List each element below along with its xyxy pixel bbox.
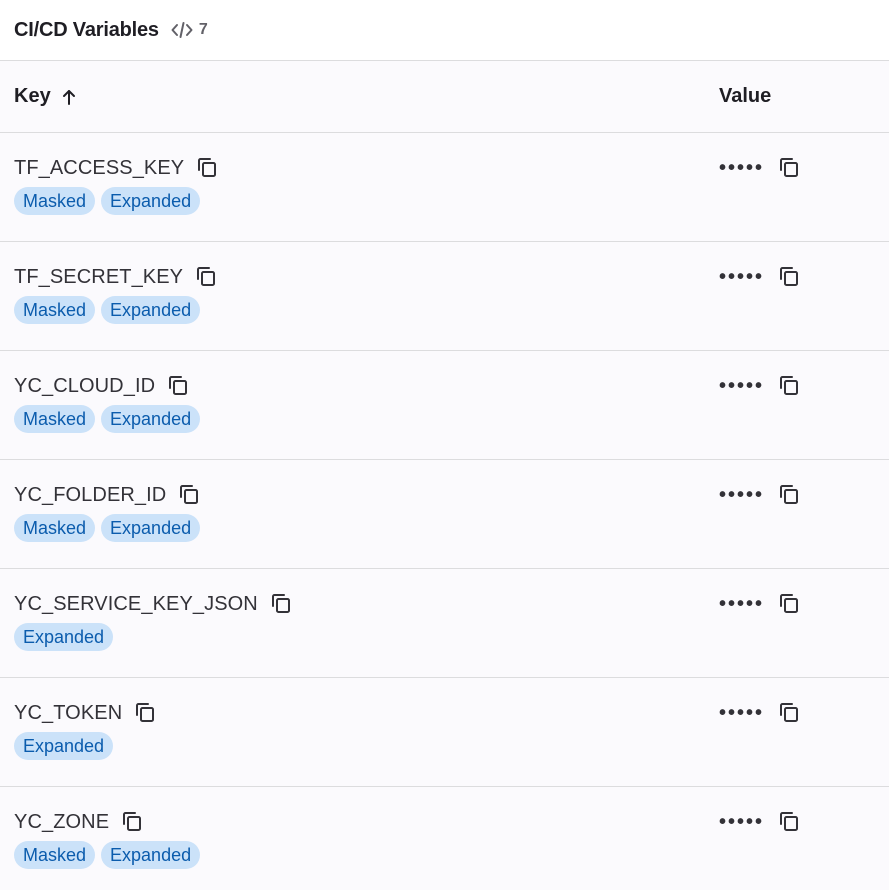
masked-value: ••••• bbox=[719, 265, 765, 288]
copy-key-icon[interactable] bbox=[194, 155, 220, 181]
variable-badges: Masked Expanded bbox=[14, 405, 201, 433]
key-column-header[interactable]: Key bbox=[14, 85, 77, 108]
code-icon bbox=[171, 22, 193, 38]
copy-key-icon[interactable] bbox=[193, 264, 219, 290]
variable-key-cell: TF_ACCESS_KEY bbox=[14, 155, 220, 181]
variable-badges: Expanded bbox=[14, 623, 114, 651]
table-row: YC_SERVICE_KEY_JSON Expanded ••••• bbox=[0, 569, 889, 678]
variable-count-number: 7 bbox=[198, 21, 208, 38]
expanded-badge: Expanded bbox=[14, 732, 114, 760]
page-title: CI/CD Variables bbox=[14, 18, 159, 41]
variable-value-cell: ••••• bbox=[719, 155, 802, 181]
arrow-up-icon bbox=[62, 89, 75, 105]
value-column-header: Value bbox=[719, 85, 772, 107]
masked-value: ••••• bbox=[719, 810, 765, 833]
copy-value-icon[interactable] bbox=[776, 809, 802, 835]
table-row: YC_ZONE Masked Expanded ••••• bbox=[0, 787, 889, 890]
masked-value: ••••• bbox=[719, 592, 765, 615]
expanded-badge: Expanded bbox=[101, 187, 201, 215]
variable-key: TF_SECRET_KEY bbox=[14, 265, 184, 288]
copy-key-icon[interactable] bbox=[268, 591, 294, 617]
variables-table-body: TF_ACCESS_KEY Masked Expanded ••••• TF_SECRE… bbox=[0, 133, 889, 890]
copy-value-icon[interactable] bbox=[776, 482, 802, 508]
expanded-badge: Expanded bbox=[101, 514, 201, 542]
table-row: YC_FOLDER_ID Masked Expanded ••••• bbox=[0, 460, 889, 569]
variable-badges: Expanded bbox=[14, 732, 114, 760]
variable-value-cell: ••••• bbox=[719, 700, 802, 726]
copy-key-icon[interactable] bbox=[176, 482, 202, 508]
masked-badge: Masked bbox=[14, 405, 96, 433]
table-row: YC_CLOUD_ID Masked Expanded ••••• bbox=[0, 351, 889, 460]
copy-value-icon[interactable] bbox=[776, 373, 802, 399]
masked-badge: Masked bbox=[14, 841, 96, 869]
table-row: TF_SECRET_KEY Masked Expanded ••••• bbox=[0, 242, 889, 351]
copy-key-icon[interactable] bbox=[119, 809, 145, 835]
variable-count: 7 bbox=[171, 21, 208, 39]
key-column-label: Key bbox=[14, 85, 51, 107]
expanded-badge: Expanded bbox=[101, 405, 201, 433]
variable-key: YC_ZONE bbox=[14, 810, 110, 833]
masked-badge: Masked bbox=[14, 514, 96, 542]
copy-value-icon[interactable] bbox=[776, 264, 802, 290]
variable-value-cell: ••••• bbox=[719, 373, 802, 399]
variable-value-cell: ••••• bbox=[719, 809, 802, 835]
masked-value: ••••• bbox=[719, 156, 765, 179]
expanded-badge: Expanded bbox=[101, 841, 201, 869]
variable-badges: Masked Expanded bbox=[14, 514, 201, 542]
variable-key: TF_ACCESS_KEY bbox=[14, 156, 185, 179]
variable-key-cell: TF_SECRET_KEY bbox=[14, 264, 219, 290]
variable-key-cell: YC_TOKEN bbox=[14, 700, 158, 726]
variable-key: YC_SERVICE_KEY_JSON bbox=[14, 592, 258, 615]
variable-key-cell: YC_SERVICE_KEY_JSON bbox=[14, 591, 294, 617]
variable-value-cell: ••••• bbox=[719, 482, 802, 508]
variable-badges: Masked Expanded bbox=[14, 296, 201, 324]
expanded-badge: Expanded bbox=[101, 296, 201, 324]
copy-value-icon[interactable] bbox=[776, 700, 802, 726]
copy-value-icon[interactable] bbox=[776, 591, 802, 617]
masked-value: ••••• bbox=[719, 701, 765, 724]
table-header: Key Value bbox=[0, 61, 889, 133]
expanded-badge: Expanded bbox=[14, 623, 114, 651]
variable-key-cell: YC_FOLDER_ID bbox=[14, 482, 202, 508]
variable-value-cell: ••••• bbox=[719, 264, 802, 290]
variable-badges: Masked Expanded bbox=[14, 841, 201, 869]
table-row: TF_ACCESS_KEY Masked Expanded ••••• bbox=[0, 133, 889, 242]
masked-badge: Masked bbox=[14, 187, 96, 215]
variable-key: YC_CLOUD_ID bbox=[14, 374, 156, 397]
table-row: YC_TOKEN Expanded ••••• bbox=[0, 678, 889, 787]
copy-value-icon[interactable] bbox=[776, 155, 802, 181]
variable-key: YC_TOKEN bbox=[14, 701, 123, 724]
masked-value: ••••• bbox=[719, 374, 765, 397]
variable-key-cell: YC_ZONE bbox=[14, 809, 145, 835]
variable-value-cell: ••••• bbox=[719, 591, 802, 617]
copy-key-icon[interactable] bbox=[132, 700, 158, 726]
variable-badges: Masked Expanded bbox=[14, 187, 201, 215]
copy-key-icon[interactable] bbox=[165, 373, 191, 399]
variable-key-cell: YC_CLOUD_ID bbox=[14, 373, 191, 399]
masked-badge: Masked bbox=[14, 296, 96, 324]
masked-value: ••••• bbox=[719, 483, 765, 506]
variable-key: YC_FOLDER_ID bbox=[14, 483, 167, 506]
page-header: CI/CD Variables 7 bbox=[0, 0, 889, 61]
